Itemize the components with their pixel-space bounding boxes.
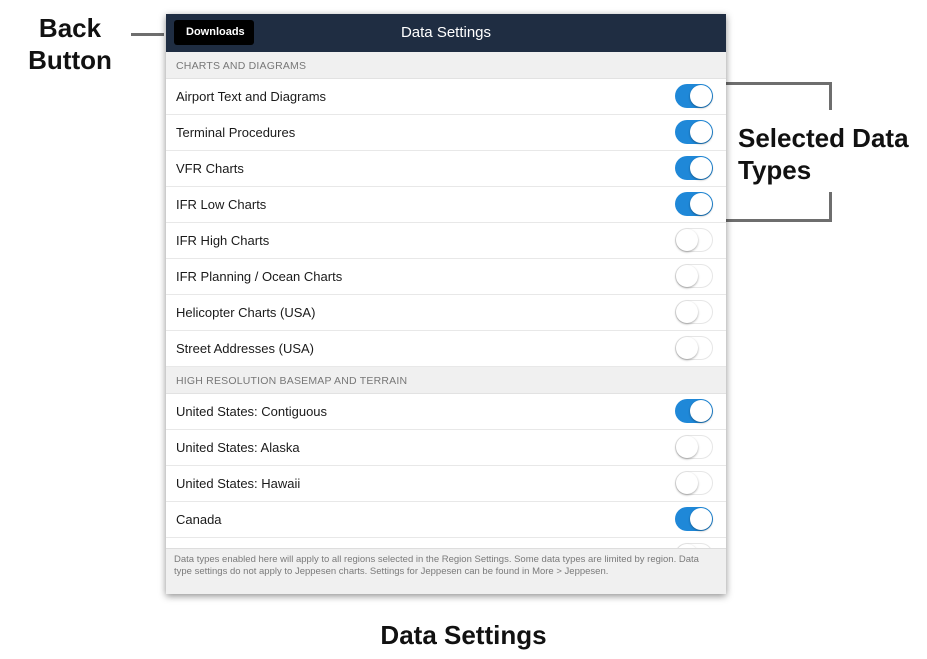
setting-row [166,538,726,548]
setting-toggle[interactable] [675,84,713,108]
setting-label: Airport Text and Diagrams [176,89,327,104]
setting-label: IFR Low Charts [176,197,267,212]
setting-row: Airport Text and Diagrams [166,79,726,115]
setting-label: VFR Charts [176,161,244,176]
toggle-knob [690,400,712,422]
toggle-knob [690,85,712,107]
setting-label: Street Addresses (USA) [176,341,314,356]
navigation-bar: Downloads Data Settings [166,14,726,52]
setting-row: United States: Hawaii [166,466,726,502]
settings-list[interactable]: CHARTS AND DIAGRAMS Airport Text and Diag… [166,52,726,548]
setting-row: Street Addresses (USA) [166,331,726,367]
setting-toggle[interactable] [675,435,713,459]
setting-label: Canada [176,512,222,527]
setting-toggle[interactable] [675,300,713,324]
toggle-knob [676,472,698,494]
toggle-knob [690,121,712,143]
setting-row: Canada [166,502,726,538]
toggle-knob [676,337,698,359]
footer-note: Data types enabled here will apply to al… [166,548,726,594]
setting-label: United States: Contiguous [176,404,328,419]
setting-row: United States: Alaska [166,430,726,466]
setting-label: Helicopter Charts (USA) [176,305,316,320]
bracket-top-tick [829,82,832,110]
setting-label: IFR Planning / Ocean Charts [176,269,343,284]
bracket-bottom-line [726,219,832,222]
setting-toggle[interactable] [675,336,713,360]
toggle-knob [690,193,712,215]
data-settings-screen: Downloads Data Settings CHARTS AND DIAGR… [166,14,726,594]
bracket-top-line [726,82,832,85]
section-header: HIGH RESOLUTION BASEMAP AND TERRAIN [166,367,726,394]
page-title: Data Settings [400,24,492,41]
figure-caption: Data Settings [380,620,547,650]
toggle-knob [676,265,698,287]
selected-data-types-callout: Selected Data Types [738,123,909,185]
setting-toggle[interactable] [675,399,713,423]
setting-row: IFR High Charts [166,223,726,259]
setting-label: IFR High Charts [176,233,270,248]
setting-row: United States: Contiguous [166,394,726,430]
setting-row: VFR Charts [166,151,726,187]
setting-label: Terminal Procedures [176,125,296,140]
toggle-knob [676,301,698,323]
setting-label: United States: Alaska [176,440,300,455]
toggle-knob [676,436,698,458]
toggle-knob [690,157,712,179]
setting-toggle[interactable] [675,264,713,288]
setting-toggle[interactable] [675,507,713,531]
setting-row: Helicopter Charts (USA) [166,295,726,331]
back-callout-pointer-line [131,33,164,36]
setting-toggle[interactable] [675,471,713,495]
setting-row: IFR Planning / Ocean Charts [166,259,726,295]
setting-toggle[interactable] [675,120,713,144]
toggle-knob [676,229,698,251]
setting-label: United States: Hawaii [176,476,301,491]
setting-toggle[interactable] [675,228,713,252]
setting-row: IFR Low Charts [166,187,726,223]
section-header: CHARTS AND DIAGRAMS [166,52,726,79]
setting-toggle[interactable] [675,156,713,180]
bracket-bottom-tick [829,192,832,222]
setting-toggle[interactable] [675,192,713,216]
back-button-callout: Back Button [28,13,112,75]
toggle-knob [690,508,712,530]
setting-row: Terminal Procedures [166,115,726,151]
